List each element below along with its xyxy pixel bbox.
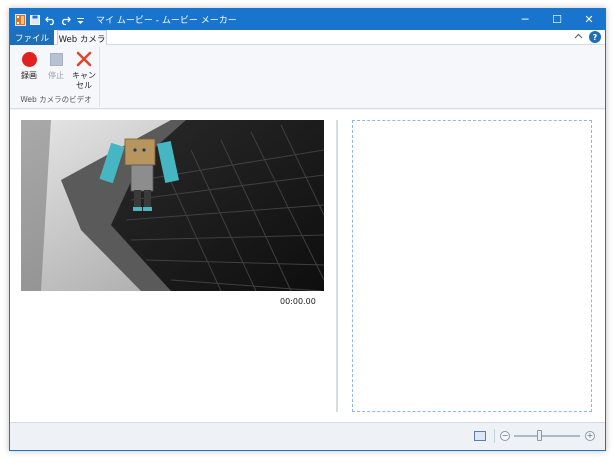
- storyboard-pane[interactable]: [352, 120, 592, 412]
- ribbon-tabs: ファイル Web カメラ ?: [10, 30, 605, 46]
- customize-icon[interactable]: [74, 13, 86, 27]
- help-icon[interactable]: ?: [589, 31, 601, 43]
- group-label: Web カメラのビデオ: [20, 95, 92, 104]
- zoom-slider-thumb[interactable]: [537, 430, 542, 441]
- cancel-button[interactable]: キャンセル: [70, 50, 98, 91]
- redo-icon[interactable]: [59, 13, 71, 27]
- window-controls: ─ ☐ ✕: [509, 9, 605, 30]
- collapse-ribbon-icon[interactable]: [574, 32, 583, 42]
- thumbnail-size-icon[interactable]: [474, 431, 486, 441]
- main-area: 00:00.00: [10, 110, 605, 422]
- webcam-preview: [21, 120, 324, 291]
- status-bar: − +: [10, 422, 605, 450]
- record-label: 録画: [21, 71, 37, 80]
- zoom-in-button[interactable]: +: [585, 431, 595, 441]
- record-icon: [20, 50, 38, 68]
- undo-icon[interactable]: [44, 13, 56, 27]
- tab-file[interactable]: ファイル: [10, 30, 54, 45]
- film-icon[interactable]: [14, 13, 26, 27]
- title-bar[interactable]: マイ ムービー - ムービー メーカー ─ ☐ ✕: [10, 9, 605, 30]
- record-button[interactable]: 録画: [15, 50, 43, 81]
- stop-icon: [47, 50, 65, 68]
- maximize-button[interactable]: ☐: [541, 9, 573, 30]
- app-window: マイ ムービー - ムービー メーカー ─ ☐ ✕ ファイル Web カメラ ?…: [9, 8, 606, 451]
- stop-label: 停止: [48, 71, 64, 80]
- quick-access-toolbar: [14, 12, 89, 27]
- close-button[interactable]: ✕: [573, 9, 605, 30]
- stop-button[interactable]: 停止: [42, 50, 70, 81]
- ribbon-tools: ?: [574, 31, 601, 43]
- cancel-label: キャンセル: [72, 71, 96, 90]
- zoom-slider-track[interactable]: [514, 435, 580, 437]
- webcam-video-group: 録画 停止 キャンセル Web カメラのビデオ: [12, 47, 100, 107]
- status-divider: [494, 429, 495, 443]
- zoom-out-button[interactable]: −: [500, 431, 510, 441]
- save-icon[interactable]: [29, 13, 41, 27]
- ribbon: 録画 停止 キャンセル Web カメラのビデオ: [10, 45, 605, 109]
- minimize-button[interactable]: ─: [509, 9, 541, 30]
- pane-splitter[interactable]: [336, 120, 338, 412]
- window-title: マイ ムービー - ムービー メーカー: [96, 16, 237, 26]
- cancel-icon: [75, 50, 93, 68]
- tab-webcam[interactable]: Web カメラ: [57, 30, 107, 46]
- preview-timecode: 00:00.00: [280, 297, 316, 306]
